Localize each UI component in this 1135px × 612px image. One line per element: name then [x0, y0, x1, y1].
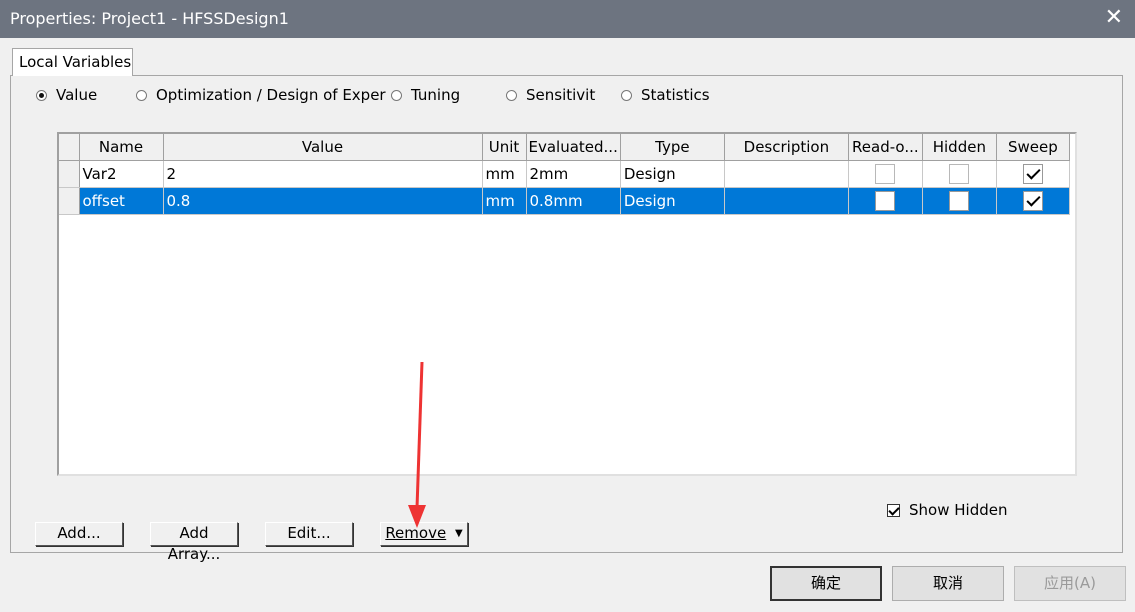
remove-button[interactable]: Remove ▼: [380, 522, 468, 546]
sweep-checkbox[interactable]: [1022, 163, 1043, 184]
cell-evaluated: 2mm: [526, 160, 621, 188]
cell-unit[interactable]: mm: [482, 187, 527, 215]
cell-name[interactable]: Var2: [79, 160, 164, 188]
radio-tuning[interactable]: Tuning: [391, 85, 460, 105]
radio-optimization[interactable]: Optimization / Design of Exper: [136, 85, 386, 105]
cell-value[interactable]: 2: [163, 160, 483, 188]
radio-dot-icon: [621, 89, 632, 101]
radio-label: Tuning: [411, 86, 461, 104]
cell-hidden[interactable]: [922, 187, 997, 215]
sweep-checkbox[interactable]: [1022, 190, 1043, 211]
ok-button[interactable]: 确定: [770, 566, 882, 601]
radio-sensitivity[interactable]: Sensitivity: [506, 85, 596, 105]
remove-label: Remove: [385, 524, 447, 542]
radio-statistics[interactable]: Statistics: [621, 85, 710, 105]
cell-hidden[interactable]: [922, 160, 997, 188]
radio-dot-icon: [36, 89, 47, 101]
column-header-unit[interactable]: Unit: [482, 134, 527, 161]
window-title: Properties: Project1 - HFSSDesign1: [10, 9, 289, 28]
dropdown-arrow-icon: ▼: [454, 528, 463, 539]
cell-sweep[interactable]: [996, 187, 1070, 215]
column-header-name[interactable]: Name: [79, 134, 164, 161]
column-header-readonly[interactable]: Read-o...: [848, 134, 923, 161]
add-button[interactable]: Add...: [35, 522, 123, 546]
column-header-sweep[interactable]: Sweep: [996, 134, 1070, 161]
edit-button[interactable]: Edit...: [265, 522, 353, 546]
radio-label: Sensitivity: [526, 86, 596, 104]
radio-dot-icon: [506, 89, 517, 101]
cell-description[interactable]: [724, 160, 849, 188]
row-header[interactable]: [59, 160, 80, 188]
variables-table: Name Value Unit Evaluated... Type Descri…: [59, 134, 1070, 215]
cell-readonly[interactable]: [848, 187, 923, 215]
cell-description[interactable]: [724, 187, 849, 215]
radio-label: Optimization / Design of Exper: [156, 86, 386, 104]
cell-sweep[interactable]: [996, 160, 1070, 188]
apply-button[interactable]: 应用(A): [1014, 566, 1126, 601]
readonly-checkbox[interactable]: [875, 190, 896, 211]
checkbox-check-icon: [887, 503, 900, 517]
cell-evaluated: 0.8mm: [526, 187, 621, 215]
radio-label: Value: [56, 86, 98, 104]
cancel-button[interactable]: 取消: [892, 566, 1004, 601]
column-header-description[interactable]: Description: [724, 134, 849, 161]
table-row[interactable]: offset 0.8 mm 0.8mm Design: [59, 187, 1070, 215]
readonly-checkbox[interactable]: [875, 163, 896, 184]
show-hidden-label: Show Hidden: [909, 501, 1008, 519]
title-bar: Properties: Project1 - HFSSDesign1 ✕: [0, 0, 1135, 38]
close-icon[interactable]: ✕: [1105, 6, 1123, 30]
tab-label: Local Variables: [19, 53, 132, 71]
hidden-checkbox[interactable]: [949, 190, 970, 211]
column-header-type[interactable]: Type: [620, 134, 725, 161]
cell-unit[interactable]: mm: [482, 160, 527, 188]
column-header-hidden[interactable]: Hidden: [922, 134, 997, 161]
row-header[interactable]: [59, 187, 80, 215]
column-header-value[interactable]: Value: [163, 134, 483, 161]
radio-dot-icon: [136, 89, 147, 101]
row-header-corner: [59, 134, 80, 161]
hidden-checkbox[interactable]: [949, 163, 970, 184]
column-header-evaluated[interactable]: Evaluated...: [526, 134, 621, 161]
cell-type[interactable]: Design: [620, 160, 725, 188]
show-hidden-checkbox[interactable]: Show Hidden: [887, 501, 1007, 519]
radio-label: Statistics: [641, 86, 710, 104]
cell-type[interactable]: Design: [620, 187, 725, 215]
add-array-button[interactable]: Add Array...: [150, 522, 238, 563]
cell-value[interactable]: 0.8: [163, 187, 483, 215]
table-row[interactable]: Var2 2 mm 2mm Design: [59, 160, 1070, 188]
tab-local-variables[interactable]: Local Variables: [12, 48, 133, 76]
table-header-row: Name Value Unit Evaluated... Type Descri…: [59, 134, 1070, 161]
cell-name[interactable]: offset: [79, 187, 164, 215]
radio-value[interactable]: Value: [36, 85, 97, 105]
cell-readonly[interactable]: [848, 160, 923, 188]
radio-dot-icon: [391, 89, 402, 101]
